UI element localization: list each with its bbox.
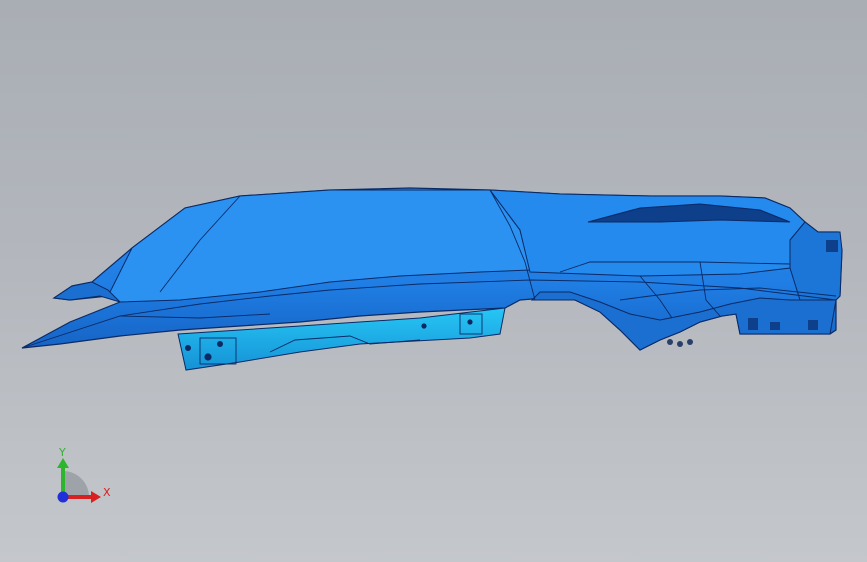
triad-x-arrow-icon xyxy=(91,491,101,503)
triad-z-axis-icon xyxy=(57,491,69,503)
fender-model[interactable] xyxy=(21,187,843,371)
triad-x-label: X xyxy=(103,486,111,499)
triad-rotation-arc xyxy=(63,471,89,497)
model-canvas[interactable]: Y X xyxy=(0,0,867,562)
triad-y-arrow-icon xyxy=(57,458,69,468)
coordinate-triad: Y X xyxy=(57,446,111,503)
lower-clips xyxy=(667,339,693,347)
triad-y-label: Y xyxy=(58,446,66,459)
graphics-viewport[interactable]: Y X xyxy=(0,0,867,562)
fender-rear-bracket xyxy=(789,221,843,301)
